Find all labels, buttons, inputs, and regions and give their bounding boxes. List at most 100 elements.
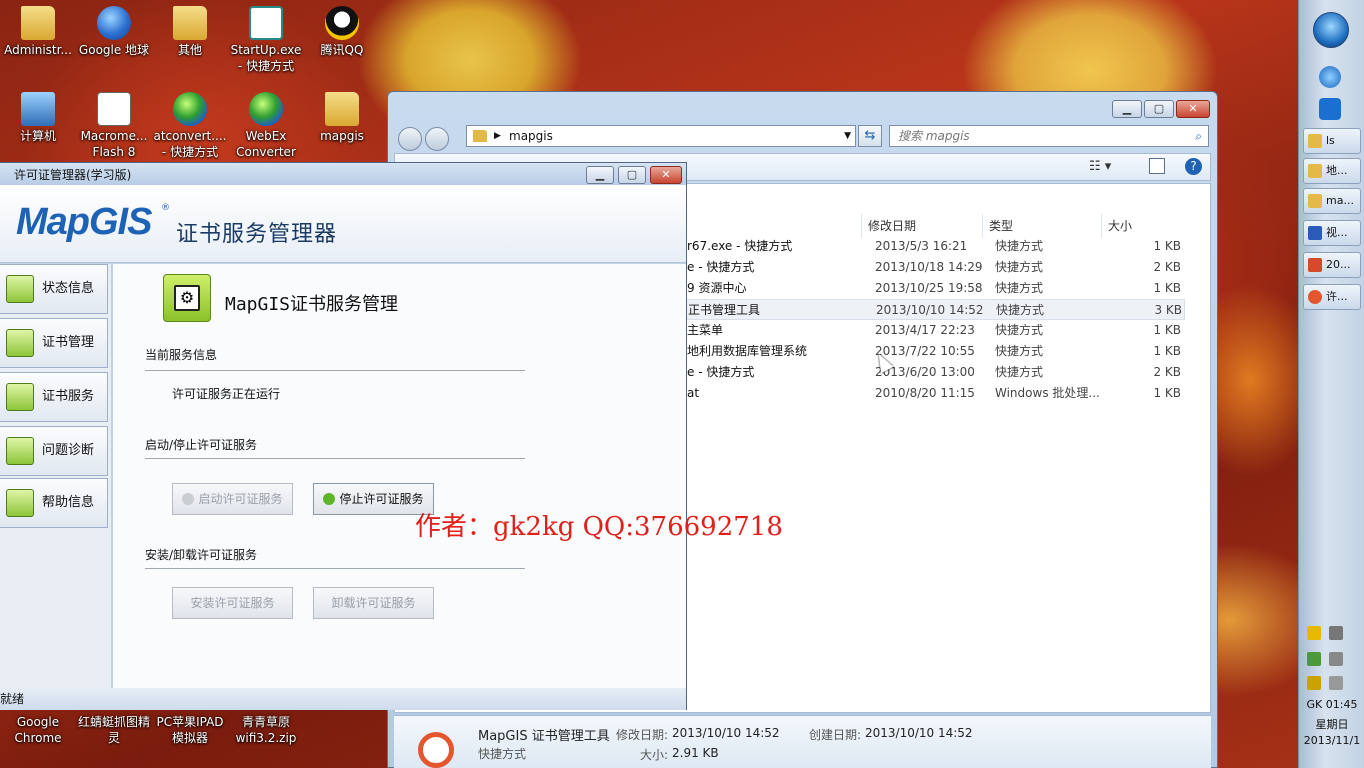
close-button[interactable]: ✕ [1176,100,1210,118]
qq-icon [325,6,359,40]
install-service-button[interactable]: 安装许可证服务 [172,587,293,619]
desktop-icon-ipad-emulator[interactable]: PC苹果IPAD 模拟器 [152,714,228,746]
view-options-icon[interactable]: ☷ ▾ [1089,159,1111,174]
desktop-icon-flash[interactable]: Macrome... Flash 8 [76,92,152,160]
sidebar-item-certificate-service[interactable]: 证书服务 [0,372,108,422]
network-icon[interactable] [1329,626,1343,640]
chevron-down-icon[interactable]: ▼ [844,126,851,146]
taskbar-button-word[interactable]: 视... [1303,220,1361,246]
detail-modified: 2013/10/10 14:52 [672,726,780,740]
desktop-icon-google-earth[interactable]: Google 地球 [76,6,152,58]
banner-title: 证书服务管理器 [176,222,338,247]
device-icon[interactable] [1329,652,1343,666]
clock-day: 星期日 [1315,718,1349,731]
minimize-button[interactable]: ▁ [1112,100,1142,118]
file-name: 9 资源中心 [687,281,747,295]
start-service-button[interactable]: 启动许可证服务 [172,483,293,515]
desktop-icon-startup[interactable]: StartUp.exe - 快捷方式 [228,6,304,74]
search-icon[interactable]: ⌕ [1195,126,1202,146]
file-type: 快捷方式 [995,239,1044,253]
google-earth-icon [97,6,131,40]
file-name: at [687,386,700,400]
sidebar-item-diagnosis[interactable]: 问题诊断 [0,426,108,476]
flag-icon[interactable] [1307,676,1321,690]
desktop-icon-webex[interactable]: WebEx Converter [228,92,304,160]
desktop-icon-qq[interactable]: 腾讯QQ [304,6,380,58]
mapgis-icon [418,732,454,768]
taskbar-button-calendar[interactable]: 20... [1303,252,1361,278]
address-bar[interactable]: ▶ mapgis ▼ [466,125,856,147]
sidebar-nav: 状态信息 证书管理 证书服务 问题诊断 帮助信息 [0,264,112,688]
mapgis-icon [1308,290,1322,304]
maximize-button[interactable]: ▢ [618,166,646,184]
detail-size: 2.91 KB [672,746,719,760]
sidebar-item-certificate-manage[interactable]: 证书管理 [0,318,108,368]
file-date: 2013/4/17 22:23 [875,323,975,337]
certificate-service-icon [6,383,34,411]
detail-created-label: 创建日期: [809,728,862,742]
desktop-icon-chrome[interactable]: Google Chrome [0,714,76,746]
minimize-button[interactable]: ▁ [586,166,614,184]
folder-icon [1308,134,1322,148]
stop-icon [323,493,336,505]
sidebar-item-help[interactable]: 帮助信息 [0,478,108,528]
refresh-button[interactable]: ⇆ [858,125,882,147]
desktop-icon-atconvert[interactable]: atconvert.... - 快捷方式 [152,92,228,160]
file-name: 地利用数据库管理系统 [687,344,808,358]
preview-pane-icon[interactable] [1149,158,1165,174]
registered-mark-icon: ® [161,203,170,213]
desktop-icon-mapgis[interactable]: mapgis [304,92,380,144]
file-name: e - 快捷方式 [687,260,755,274]
file-size: 1 KB [1153,323,1181,337]
start-stop-label: 启动/停止许可证服务 [145,438,258,452]
tray-app-icon[interactable] [1307,652,1321,666]
address-text: mapgis [509,129,553,143]
file-size: 1 KB [1153,281,1181,295]
close-button[interactable]: ✕ [650,166,682,184]
file-name: 主菜单 [687,323,724,337]
file-size: 1 KB [1153,239,1181,253]
desktop-icon-administrator[interactable]: Administr... [0,6,76,58]
desktop-icon-dragonfly[interactable]: 红蜻蜓抓图精灵 [76,714,152,746]
column-header-date[interactable]: 修改日期 [861,214,916,238]
back-button[interactable] [398,127,422,151]
divider [145,370,525,371]
file-date: 2013/10/25 19:58 [875,281,983,295]
help-icon[interactable]: ? [1185,158,1202,175]
globe-icon [173,92,207,126]
folder-icon [1308,164,1322,178]
taskbar-button-license-manager[interactable]: 许... [1303,284,1361,310]
taskbar-button-ls[interactable]: ls [1303,128,1361,154]
current-service-label: 当前服务信息 [145,348,218,362]
file-date: 2013/7/22 10:55 [875,344,975,358]
maximize-button[interactable]: ▢ [1144,100,1174,118]
file-date: 2013/10/10 14:52 [876,303,984,317]
uninstall-service-button[interactable]: 卸载许可证服务 [313,587,434,619]
desktop-icon-computer[interactable]: 计算机 [0,92,76,144]
shield-icon[interactable] [1307,626,1321,640]
taskbar: ls 地... ma... 视... 20... 许... GK 01:45 星… [1298,0,1364,768]
search-input[interactable]: 搜索 mapgis ⌕ [889,125,1209,147]
file-name: e - 快捷方式 [687,365,755,379]
file-size: 1 KB [1153,344,1181,358]
pinned-app-icon[interactable] [1319,98,1341,120]
clock-time[interactable]: GK 01:45 [1299,698,1364,711]
title-bar[interactable]: 许可证管理器(学习版) ▁ ▢ ✕ [0,163,686,185]
start-button[interactable] [1313,12,1349,48]
forward-button[interactable] [425,127,449,151]
main-panel: ⚙ MapGIS证书服务管理 当前服务信息 许可证服务正在运行 启动/停止许可证… [113,264,686,688]
taskbar-button-mapgis-folder[interactable]: ma... [1303,188,1361,214]
sidebar-item-status-info[interactable]: 状态信息 [0,264,108,314]
file-type: 快捷方式 [995,365,1044,379]
desktop-icon-wifi-zip[interactable]: 青青草原 wifi3.2.zip [228,714,304,746]
volume-icon[interactable] [1329,676,1343,690]
file-name: 正书管理工具 [688,303,761,317]
file-type: 快捷方式 [995,344,1044,358]
ie-icon[interactable] [1319,66,1341,88]
diagnosis-icon [6,437,34,465]
column-header-type[interactable]: 类型 [982,214,1013,238]
taskbar-button-di[interactable]: 地... [1303,158,1361,184]
column-header-size[interactable]: 大小 [1101,214,1132,238]
desktop-icon-other[interactable]: 其他 [152,6,228,58]
details-pane: MapGIS 证书管理工具 快捷方式 修改日期: 2013/10/10 14:5… [394,715,1211,768]
